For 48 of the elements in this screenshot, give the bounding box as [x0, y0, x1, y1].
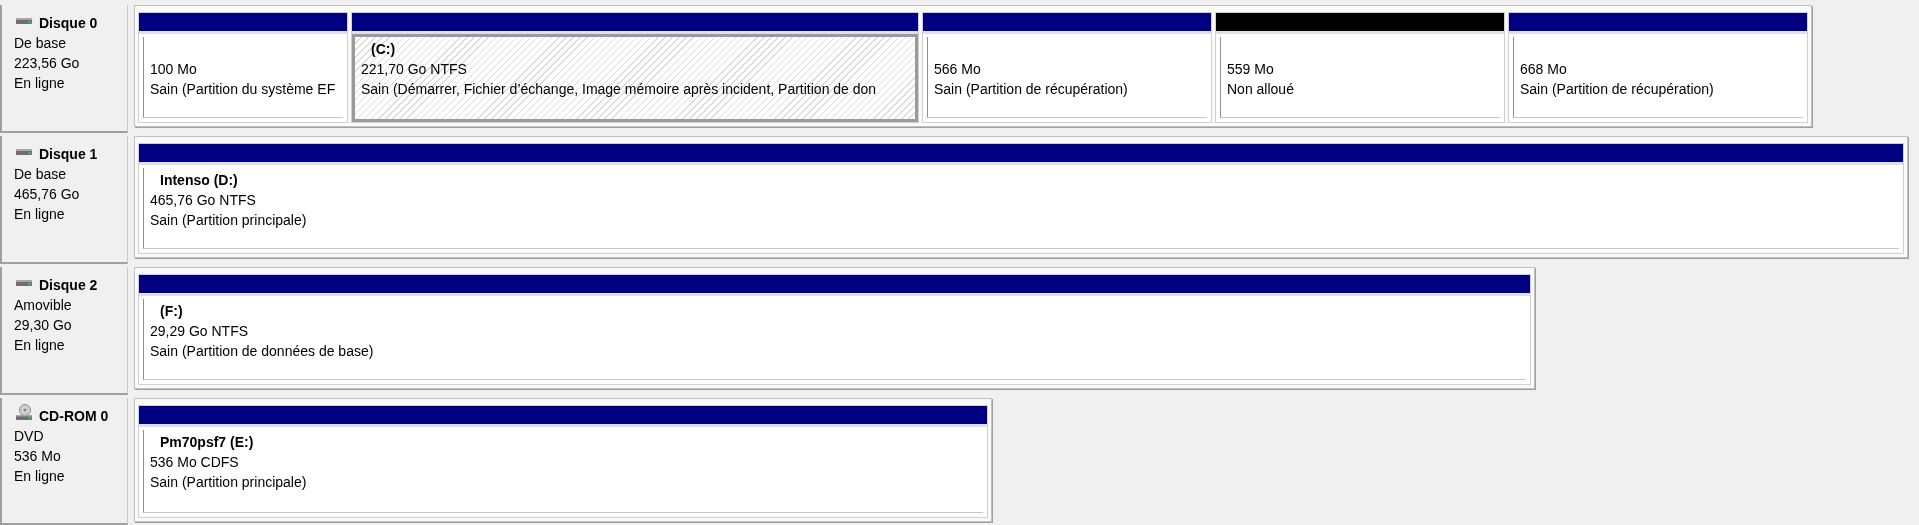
- partition-block[interactable]: 100 Mo Sain (Partition du système EF: [138, 12, 348, 123]
- partition-size: 465,76 Go NTFS: [150, 191, 257, 210]
- partition-status: Sain (Partition de données de base): [150, 342, 375, 361]
- disk-drive-icon: [16, 147, 32, 156]
- disk-type: Amovible: [14, 296, 73, 315]
- partition-status: Sain (Partition principale): [150, 211, 308, 230]
- disk-drive-icon: [16, 16, 32, 25]
- disk-drive-icon: [16, 278, 32, 287]
- partition-size: 668 Mo: [1520, 60, 1568, 79]
- partition-label: (C:): [370, 40, 397, 59]
- partition-block[interactable]: (F:) 29,29 Go NTFS Sain (Partition de données de base): [138, 274, 1531, 385]
- cd-drive-icon: [16, 403, 32, 421]
- partition-size: 566 Mo: [934, 60, 982, 79]
- partition-status: Sain (Partition de récupération): [934, 80, 1129, 99]
- partition-status: Sain (Partition de récupération): [1520, 80, 1715, 99]
- partition-size: 221,70 Go NTFS: [361, 60, 468, 79]
- partition-block[interactable]: Pm70psf7 (E:) 536 Mo CDFS Sain (Partition principale): [138, 405, 988, 518]
- disk-status: En ligne: [14, 74, 66, 93]
- partition-size: 536 Mo CDFS: [150, 453, 240, 472]
- partition-status: Non alloué: [1227, 80, 1295, 99]
- partition-label: (F:): [159, 302, 184, 321]
- partition-block[interactable]: (C:) 221,70 Go NTFS Sain (Démarrer, Fichier d’échange, Image mémoire après incident, Partition de don: [351, 12, 919, 123]
- disk-size: 29,30 Go: [14, 316, 73, 335]
- disk-name: Disque 2: [39, 277, 98, 293]
- disk-type: De base: [14, 34, 68, 53]
- partition-size: 559 Mo: [1227, 60, 1275, 79]
- disk-size: 536 Mo: [14, 447, 62, 466]
- disk-status: En ligne: [14, 336, 66, 355]
- disk-status: En ligne: [14, 205, 66, 224]
- partition-block[interactable]: Intenso (D:) 465,76 Go NTFS Sain (Partition principale): [138, 143, 1904, 254]
- disk-name: CD-ROM 0: [39, 408, 109, 424]
- partition-size: 100 Mo: [150, 60, 198, 79]
- partition-block[interactable]: 559 Mo Non alloué: [1215, 12, 1505, 123]
- partition-status: Sain (Démarrer, Fichier d’échange, Image mémoire après incident, Partition de don: [361, 80, 878, 99]
- partition-status: Sain (Partition du système EF: [150, 80, 337, 99]
- partition-size: 29,29 Go NTFS: [150, 322, 250, 341]
- disk-status: En ligne: [14, 467, 66, 486]
- partition-status: Sain (Partition principale): [150, 473, 308, 492]
- disk-type: DVD: [14, 427, 45, 446]
- disk-type: De base: [14, 165, 68, 184]
- partition-block[interactable]: 566 Mo Sain (Partition de récupération): [922, 12, 1212, 123]
- partition-block[interactable]: 668 Mo Sain (Partition de récupération): [1508, 12, 1808, 123]
- partition-label: Pm70psf7 (E:): [159, 433, 255, 452]
- disk-size: 465,76 Go: [14, 185, 81, 204]
- disk-name: Disque 0: [39, 15, 98, 31]
- partition-label: Intenso (D:): [159, 171, 239, 190]
- disk-name: Disque 1: [39, 146, 98, 162]
- disk-size: 223,56 Go: [14, 54, 81, 73]
